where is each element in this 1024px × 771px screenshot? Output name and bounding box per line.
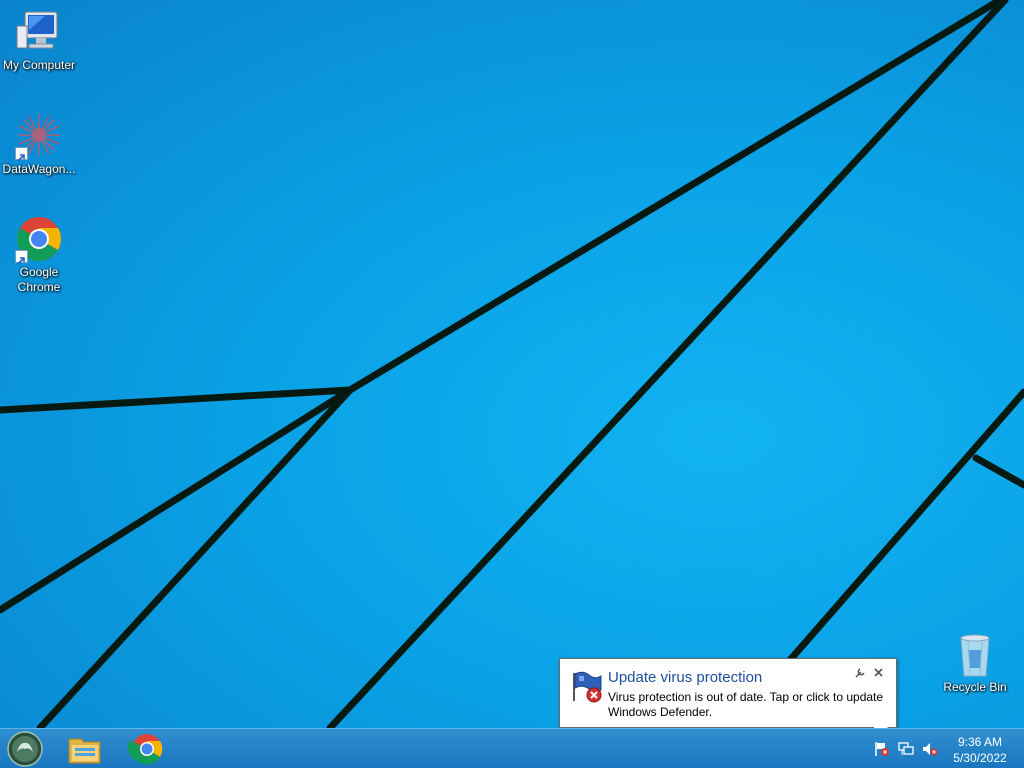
recycle-bin-icon: [951, 630, 999, 678]
notification-balloon[interactable]: Update virus protection Virus protection…: [559, 658, 897, 728]
desktop-icon-label: Recycle Bin: [943, 680, 1007, 694]
clock-date: 5/30/2022: [953, 751, 1007, 765]
chrome-icon[interactable]: [124, 731, 170, 767]
desktop-icon-datawagon[interactable]: DataWagon...: [0, 112, 78, 177]
computer-icon: [15, 8, 63, 56]
chrome-icon: [15, 215, 63, 265]
clock-time: 9:36 AM: [957, 735, 1003, 749]
desktop-icon-recycle-bin[interactable]: Recycle Bin: [936, 630, 1014, 695]
desktop-icon-label: My Computer: [2, 58, 76, 72]
datawagon-icon: [15, 112, 63, 162]
taskbar: 9:36 AM 5/30/2022: [0, 728, 1024, 768]
wrench-icon[interactable]: [854, 667, 866, 682]
shortcut-arrow-icon: [15, 250, 28, 265]
notification-body[interactable]: Virus protection is out of date. Tap or …: [608, 690, 893, 720]
desktop-icon-my-computer[interactable]: My Computer: [0, 8, 78, 73]
wallpaper-lines: [0, 0, 1024, 728]
network-icon[interactable]: [898, 741, 914, 757]
taskbar-clock[interactable]: 9:36 AM 5/30/2022: [944, 734, 1016, 766]
start-orb-icon[interactable]: [6, 731, 44, 767]
shortcut-arrow-icon: [15, 147, 28, 162]
notification-title[interactable]: Update virus protection: [608, 669, 762, 686]
desktop-icon-label: DataWagon...: [2, 162, 76, 176]
desktop[interactable]: My Computer DataWagon... Google Chrome R…: [0, 0, 1024, 728]
desktop-icon-label: Google Chrome: [17, 265, 61, 294]
defender-flag-error-icon: [570, 669, 604, 703]
desktop-icon-google-chrome[interactable]: Google Chrome: [0, 215, 78, 295]
file-explorer-icon[interactable]: [62, 731, 108, 767]
volume-muted-icon[interactable]: [922, 741, 938, 757]
action-center-flag-error-icon[interactable]: [874, 741, 890, 757]
close-icon[interactable]: [873, 667, 884, 681]
